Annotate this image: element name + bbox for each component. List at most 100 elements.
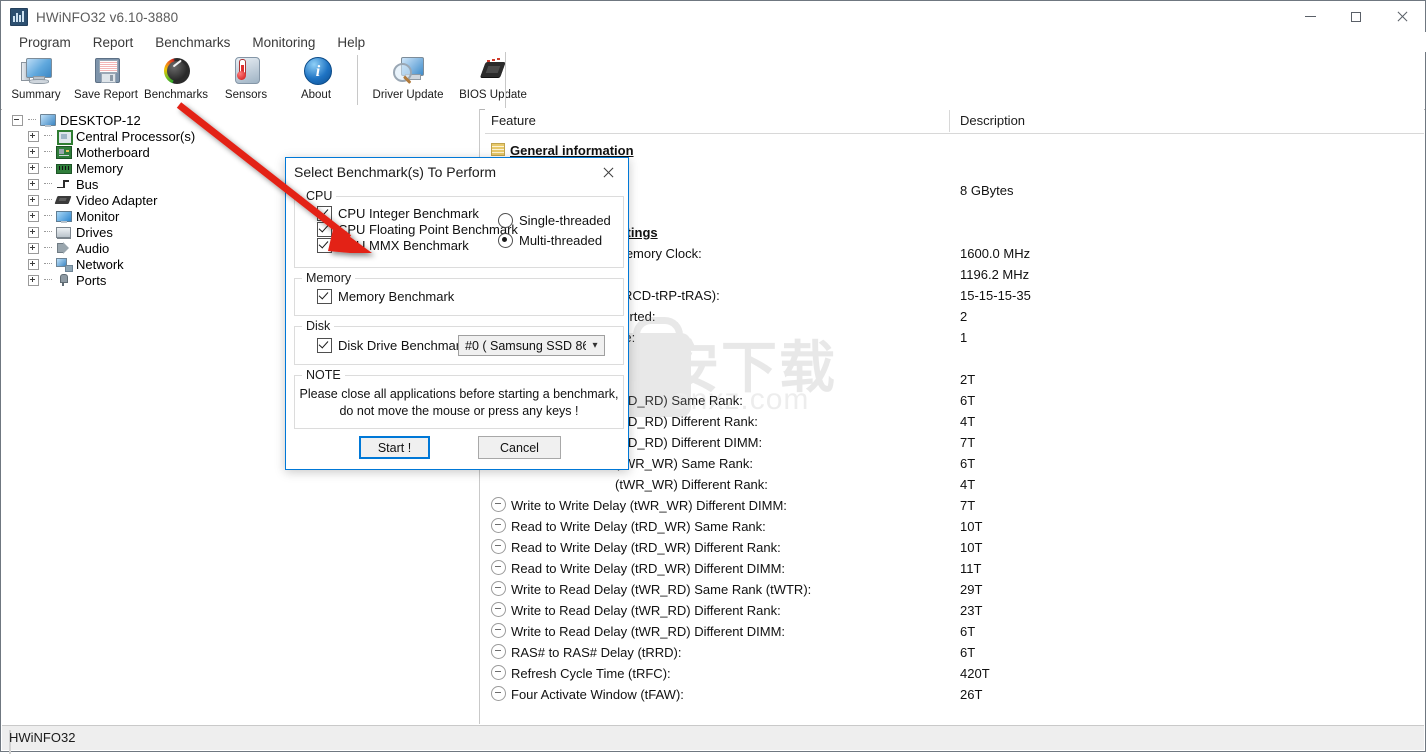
details-feature: (tWR_WR) Different Rank: <box>615 477 768 492</box>
cancel-button[interactable]: Cancel <box>478 436 561 459</box>
menu-item-monitoring[interactable]: Monitoring <box>241 34 326 51</box>
section-icon <box>491 143 505 156</box>
cpu-floating-point-benchmark-checkbox-row[interactable]: CPU Floating Point Benchmark <box>317 222 518 237</box>
tree-root-label: DESKTOP-12 <box>60 112 141 128</box>
tree-item-label: Video Adapter <box>76 192 158 208</box>
collapse-toggle-icon[interactable] <box>12 114 23 126</box>
details-feature: Refresh Cycle Time (tRFC): <box>491 663 671 684</box>
expand-toggle-icon[interactable] <box>28 210 39 222</box>
details-description: 4T <box>960 414 976 429</box>
cpu-group-label: CPU <box>302 189 337 203</box>
expand-toggle-icon[interactable] <box>28 130 39 142</box>
expand-toggle-icon[interactable] <box>28 258 39 270</box>
tree-item-central-processors[interactable]: Central Processor(s) <box>2 128 479 145</box>
memory-benchmark-label: Memory Benchmark <box>338 289 455 304</box>
multi-threaded-radio-row[interactable]: Multi-threaded <box>498 233 602 248</box>
video-adapter-icon <box>54 193 72 207</box>
maximize-button[interactable] <box>1333 1 1379 32</box>
radio-icon[interactable] <box>498 213 513 228</box>
collapse-bullet-icon[interactable] <box>491 560 506 575</box>
close-icon <box>1396 11 1408 23</box>
collapse-bullet-icon[interactable] <box>491 497 506 512</box>
disk-drive-benchmark-checkbox-row[interactable]: Disk Drive Benchmark: <box>317 338 470 353</box>
details-feature: Read to Write Delay (tRD_WR) Same Rank: <box>491 516 766 537</box>
column-header-description[interactable]: Description <box>960 113 1025 128</box>
expand-toggle-icon[interactable] <box>28 274 39 286</box>
checkbox-icon[interactable] <box>317 222 332 237</box>
toolbar-summary-label: Summary <box>11 89 61 101</box>
tree-item-label: Motherboard <box>76 144 150 160</box>
checkbox-icon[interactable] <box>317 289 332 304</box>
collapse-bullet-icon[interactable] <box>491 623 506 638</box>
toolbar-right-separator <box>505 52 506 108</box>
audio-icon <box>55 241 71 255</box>
chevron-down-icon[interactable]: ▾ <box>586 340 604 351</box>
memory-icon <box>55 161 72 175</box>
toolbar: Summary Save Report Benchmarks Sensors i… <box>1 52 1425 110</box>
single-threaded-radio-row[interactable]: Single-threaded <box>498 213 611 228</box>
status-bar: HWiNFO32 <box>2 725 1424 754</box>
collapse-bullet-icon[interactable] <box>491 665 506 680</box>
toolbar-summary-button[interactable]: Summary <box>1 52 71 106</box>
expand-toggle-icon[interactable] <box>28 162 39 174</box>
details-feature: Four Activate Window (tFAW): <box>491 684 684 705</box>
toolbar-sensors-button[interactable]: Sensors <box>211 52 281 106</box>
start-button[interactable]: Start ! <box>359 436 430 459</box>
expand-toggle-icon[interactable] <box>28 242 39 254</box>
dialog-close-button[interactable] <box>588 158 628 187</box>
toolbar-bios-update-label: BIOS Update <box>459 89 527 101</box>
radio-icon[interactable] <box>498 233 513 248</box>
expand-toggle-icon[interactable] <box>28 194 39 206</box>
details-description: 6T <box>960 624 976 639</box>
toolbar-benchmarks-button[interactable]: Benchmarks <box>141 52 211 106</box>
disk-drive-select[interactable]: #0 ( Samsung SSD 860 EVO 2! ▾ <box>458 335 605 356</box>
tree-item-label: Audio <box>76 240 110 256</box>
toolbar-buttons: Summary Save Report Benchmarks Sensors i… <box>1 52 534 108</box>
details-description: 6T <box>960 456 976 471</box>
toolbar-driver-update-button[interactable]: Driver Update <box>364 52 452 106</box>
details-description: 6T <box>960 645 976 660</box>
menu-item-program[interactable]: Program <box>8 34 82 51</box>
memory-group: Memory Memory Benchmark <box>294 271 624 316</box>
memory-benchmark-checkbox-row[interactable]: Memory Benchmark <box>317 289 454 304</box>
menu-item-help[interactable]: Help <box>326 34 376 51</box>
menu-item-report[interactable]: Report <box>82 34 145 51</box>
details-feature: Read to Write Delay (tRD_WR) Different D… <box>491 558 785 579</box>
toolbar-about-button[interactable]: i About <box>281 52 351 106</box>
close-icon <box>602 167 614 179</box>
expand-toggle-icon[interactable] <box>28 178 39 190</box>
column-header-feature[interactable]: Feature <box>491 113 536 128</box>
collapse-bullet-icon[interactable] <box>491 581 506 596</box>
expand-toggle-icon[interactable] <box>28 146 39 158</box>
close-button[interactable] <box>1379 1 1425 32</box>
tree-connector <box>44 279 52 281</box>
collapse-bullet-icon[interactable] <box>491 518 506 533</box>
collapse-bullet-icon[interactable] <box>491 539 506 554</box>
cpu-group: CPU CPU Integer Benchmark CPU Floating P… <box>294 189 624 268</box>
motherboard-icon <box>55 145 72 159</box>
expand-toggle-icon[interactable] <box>28 226 39 238</box>
disk-drive-select-value: #0 ( Samsung SSD 860 EVO 2! <box>465 338 586 353</box>
collapse-bullet-icon[interactable] <box>491 686 506 701</box>
checkbox-icon[interactable] <box>317 338 332 353</box>
details-feature: -tRCD-tRP-tRAS): <box>615 288 720 303</box>
cpu-integer-benchmark-checkbox-row[interactable]: CPU Integer Benchmark <box>317 206 479 221</box>
gauge-icon <box>160 56 192 86</box>
cpu-mmx-benchmark-checkbox-row[interactable]: CPU MMX Benchmark <box>317 238 469 253</box>
tree-root-desktop[interactable]: DESKTOP-12 <box>2 112 479 128</box>
column-divider[interactable] <box>949 110 950 132</box>
collapse-bullet-icon[interactable] <box>491 602 506 617</box>
memory-group-label: Memory <box>302 271 356 285</box>
checkbox-icon[interactable] <box>317 238 332 253</box>
collapse-bullet-icon[interactable] <box>491 644 506 659</box>
minimize-button[interactable] <box>1287 1 1333 32</box>
status-bar-text: HWiNFO32 <box>9 730 76 745</box>
menu-item-benchmarks[interactable]: Benchmarks <box>144 34 241 51</box>
toolbar-bios-update-button[interactable]: BIOS Update <box>452 52 534 106</box>
toolbar-benchmarks-label: Benchmarks <box>144 89 208 101</box>
details-description: 7T <box>960 498 976 513</box>
toolbar-save-report-button[interactable]: Save Report <box>71 52 141 106</box>
details-feature: RAS# to RAS# Delay (tRRD): <box>491 642 682 663</box>
checkbox-icon[interactable] <box>317 206 332 221</box>
network-icon <box>55 257 73 272</box>
